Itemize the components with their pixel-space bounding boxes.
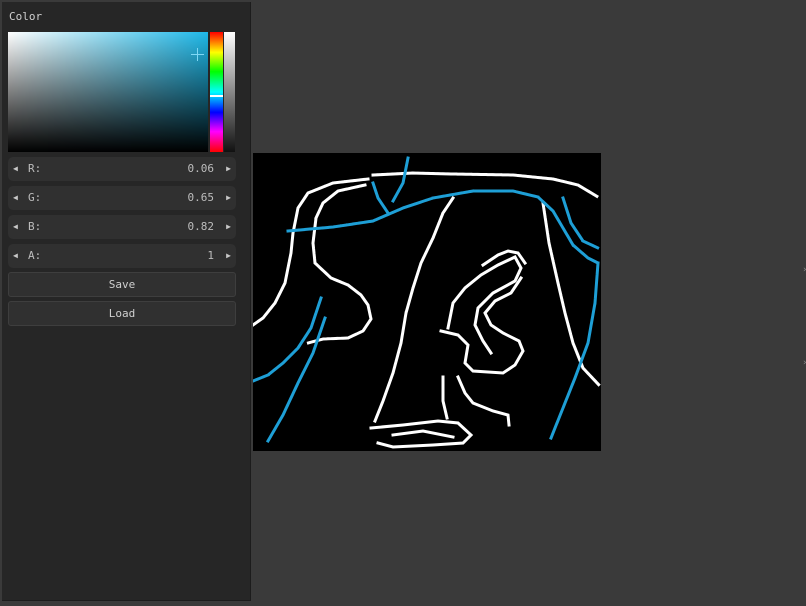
decrement-arrow-icon[interactable]: ◀: [13, 157, 18, 181]
white-stroke: [253, 177, 370, 327]
white-stroke: [369, 419, 474, 449]
white-stroke: [456, 375, 511, 427]
drawing-canvas[interactable]: [253, 153, 601, 451]
app-window: Color ◀ R: 0.06 ▶ ◀ G: 0.65 ▶ ◀ B: 0.82 …: [0, 0, 806, 606]
panel-title: Color: [9, 10, 43, 23]
decrement-arrow-icon[interactable]: ◀: [13, 215, 18, 239]
slider-label: A:: [28, 249, 42, 262]
canvas-drawing: [253, 156, 601, 449]
slider-value[interactable]: 1: [207, 244, 214, 268]
decrement-arrow-icon[interactable]: ◀: [13, 244, 18, 268]
decrement-arrow-icon[interactable]: ◀: [13, 186, 18, 210]
color-panel: Color ◀ R: 0.06 ▶ ◀ G: 0.65 ▶ ◀ B: 0.82 …: [2, 2, 251, 601]
increment-arrow-icon[interactable]: ▶: [226, 157, 231, 181]
white-stroke: [391, 429, 455, 439]
blue-stroke: [561, 196, 600, 250]
edge-scroll-marker: ›: [802, 265, 806, 275]
blue-stroke: [265, 316, 327, 444]
picker-crosshair-icon[interactable]: [191, 48, 204, 61]
edge-scroll-marker: ›: [802, 358, 806, 368]
saturation-value-picker[interactable]: [8, 32, 208, 152]
increment-arrow-icon[interactable]: ▶: [226, 244, 231, 268]
slider-r[interactable]: ◀ R: 0.06 ▶: [8, 157, 236, 181]
blue-stroke: [390, 156, 410, 204]
white-stroke: [441, 375, 449, 420]
increment-arrow-icon[interactable]: ▶: [226, 215, 231, 239]
slider-label: R:: [28, 162, 42, 175]
hue-slider-marker[interactable]: [210, 95, 223, 97]
slider-a[interactable]: ◀ A: 1 ▶: [8, 244, 236, 268]
slider-value[interactable]: 0.82: [188, 215, 215, 239]
white-stroke: [439, 275, 525, 375]
save-button[interactable]: Save: [8, 272, 236, 297]
increment-arrow-icon[interactable]: ▶: [226, 186, 231, 210]
slider-value[interactable]: 0.65: [188, 186, 215, 210]
white-stroke: [541, 201, 601, 388]
slider-b[interactable]: ◀ B: 0.82 ▶: [8, 215, 236, 239]
white-stroke: [371, 171, 601, 200]
white-stroke: [373, 195, 456, 423]
white-stroke: [306, 183, 373, 345]
blue-stroke: [371, 181, 391, 216]
blue-stroke: [253, 296, 323, 383]
slider-label: G:: [28, 191, 42, 204]
alpha-slider[interactable]: [224, 32, 235, 152]
slider-g[interactable]: ◀ G: 0.65 ▶: [8, 186, 236, 210]
slider-label: B:: [28, 220, 42, 233]
slider-value[interactable]: 0.06: [188, 157, 215, 181]
load-button[interactable]: Load: [8, 301, 236, 326]
white-stroke: [446, 255, 523, 356]
hue-slider[interactable]: [210, 32, 223, 152]
